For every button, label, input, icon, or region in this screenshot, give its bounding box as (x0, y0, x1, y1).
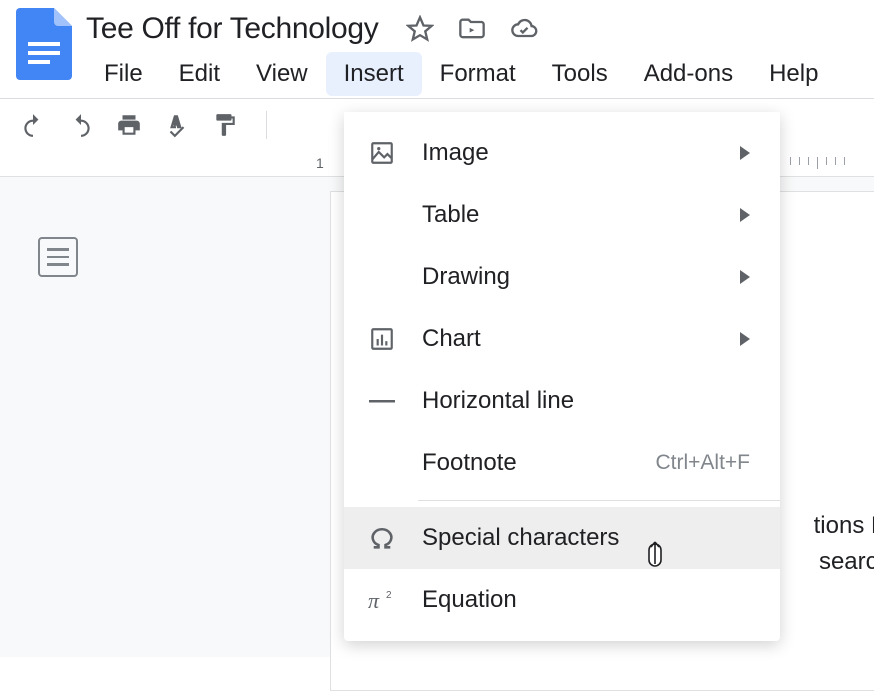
paint-format-icon[interactable] (212, 112, 238, 138)
horizontal-line-icon (368, 387, 396, 415)
print-icon[interactable] (116, 112, 142, 138)
outline-icon[interactable] (38, 237, 78, 277)
menu-item-image[interactable]: Image (344, 122, 780, 184)
submenu-arrow-icon (740, 208, 750, 222)
chart-icon (368, 325, 396, 353)
menu-item-equation[interactable]: π2 Equation (344, 569, 780, 631)
spellcheck-icon[interactable] (164, 112, 190, 138)
submenu-arrow-icon (740, 270, 750, 284)
toolbar-separator (266, 111, 267, 139)
text-fragment: tions M (814, 512, 874, 540)
menu-tools[interactable]: Tools (534, 52, 626, 96)
cloud-saved-icon[interactable] (510, 15, 538, 43)
menu-insert[interactable]: Insert (326, 52, 422, 96)
menu-label: Equation (422, 586, 750, 614)
svg-text:π: π (368, 588, 380, 613)
menu-view[interactable]: View (238, 52, 326, 96)
text-fragment: search (819, 548, 874, 576)
keyboard-shortcut: Ctrl+Alt+F (655, 451, 750, 475)
ruler-ticks (790, 157, 874, 169)
menu-separator (418, 500, 780, 501)
docs-logo[interactable] (16, 8, 72, 80)
menu-help[interactable]: Help (751, 52, 836, 96)
ruler-mark-1: 1 (316, 155, 324, 171)
image-icon (368, 139, 396, 167)
undo-icon[interactable] (20, 112, 46, 138)
menu-item-footnote[interactable]: Footnote Ctrl+Alt+F (344, 432, 780, 494)
menu-addons[interactable]: Add-ons (626, 52, 751, 96)
menu-item-horizontal-line[interactable]: Horizontal line (344, 370, 780, 432)
omega-icon (368, 524, 396, 552)
menu-item-chart[interactable]: Chart (344, 308, 780, 370)
menu-item-table[interactable]: Table (344, 184, 780, 246)
menu-format[interactable]: Format (422, 52, 534, 96)
submenu-arrow-icon (740, 332, 750, 346)
menu-item-drawing[interactable]: Drawing (344, 246, 780, 308)
footnote-icon (368, 449, 396, 477)
pi-icon: π2 (368, 586, 396, 614)
menu-edit[interactable]: Edit (161, 52, 238, 96)
submenu-arrow-icon (740, 146, 750, 160)
drawing-icon (368, 263, 396, 291)
menu-label: Drawing (422, 263, 740, 291)
menu-file[interactable]: File (86, 52, 161, 96)
menu-label: Image (422, 139, 740, 167)
star-icon[interactable] (406, 15, 434, 43)
svg-text:2: 2 (386, 590, 392, 601)
table-icon (368, 201, 396, 229)
menu-label: Special characters (422, 524, 750, 552)
doc-title[interactable]: Tee Off for Technology (86, 12, 378, 46)
move-folder-icon[interactable] (458, 15, 486, 43)
insert-menu-dropdown: Image Table Drawing Chart Horizontal lin… (344, 112, 780, 641)
redo-icon[interactable] (68, 112, 94, 138)
menu-label: Footnote (422, 449, 655, 477)
menu-label: Chart (422, 325, 740, 353)
menu-label: Table (422, 201, 740, 229)
menu-item-special-characters[interactable]: Special characters (344, 507, 780, 569)
menubar: File Edit View Insert Format Tools Add-o… (86, 52, 858, 96)
menu-label: Horizontal line (422, 387, 750, 415)
